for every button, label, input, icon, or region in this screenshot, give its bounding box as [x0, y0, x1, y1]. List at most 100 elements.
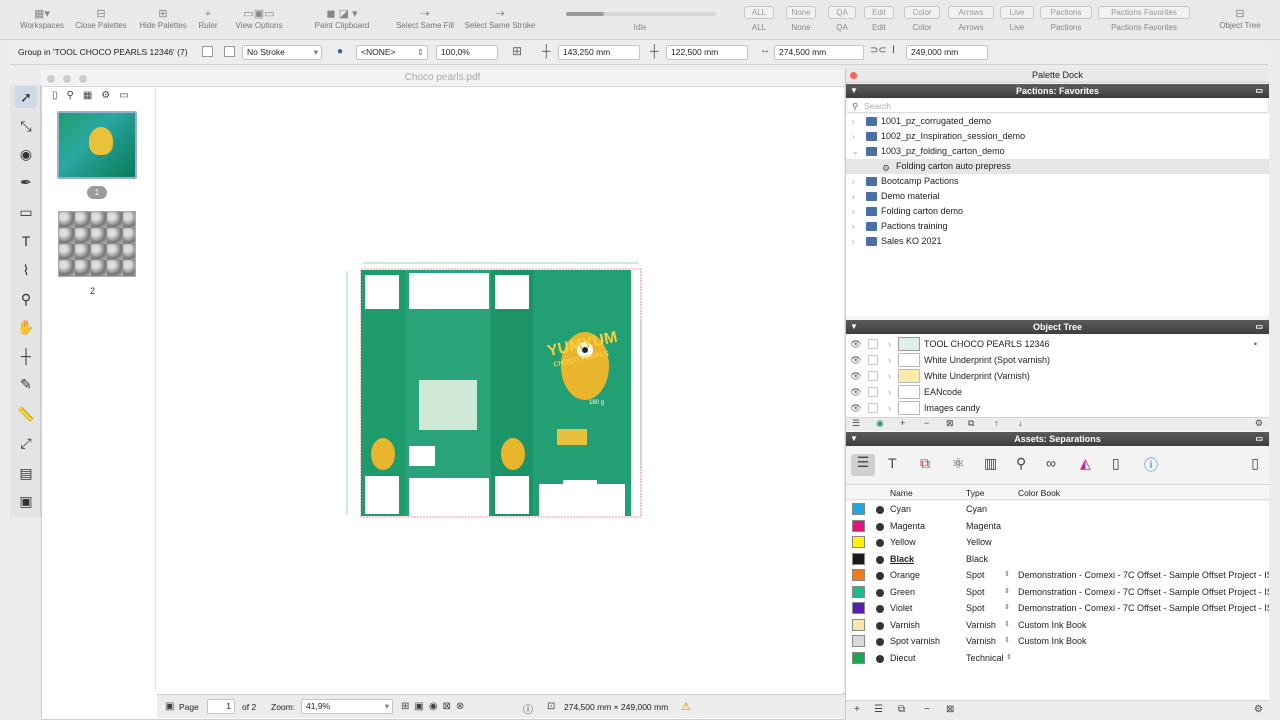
- object-tree-row[interactable]: 👁 › Images candy: [846, 400, 1269, 416]
- zoom-window-icon[interactable]: [79, 75, 87, 83]
- filter-color-button[interactable]: Color: [904, 6, 940, 19]
- filter-pactions-button[interactable]: Pactions: [1040, 6, 1092, 19]
- gear-icon[interactable]: ⚙: [101, 90, 110, 104]
- object-tree-row[interactable]: 👁 › White Underprint (Spot varnish): [846, 352, 1269, 368]
- document-icon[interactable]: ▯: [1112, 455, 1120, 472]
- filter-arrows-button[interactable]: Arrows: [948, 6, 994, 19]
- separation-visibility-icon[interactable]: [876, 638, 884, 646]
- separation-swatch[interactable]: [852, 635, 865, 647]
- pen-tool-icon[interactable]: ✒: [15, 171, 37, 193]
- add-list-icon[interactable]: ☰: [874, 704, 883, 715]
- height-field[interactable]: 249,000 mm: [906, 45, 988, 60]
- close-dock-icon[interactable]: [850, 72, 857, 79]
- separation-row[interactable]: Black Black: [846, 551, 1269, 567]
- panel-menu-icon[interactable]: ▭: [1255, 432, 1263, 446]
- separation-row[interactable]: Green Spot ⇕ Demonstration - Comexi - 7C Of…: [846, 584, 1269, 600]
- separation-swatch[interactable]: [852, 602, 865, 614]
- remove-icon[interactable]: −: [924, 704, 930, 715]
- comments-tab-icon[interactable]: ▭: [119, 90, 128, 104]
- separation-visibility-icon[interactable]: [876, 605, 884, 613]
- separation-row[interactable]: Spot varnish Varnish ⇕ Custom Ink Book: [846, 633, 1269, 649]
- separation-row[interactable]: Diecut Technical ⇕: [846, 650, 1269, 666]
- select-tool-icon[interactable]: ➚: [15, 86, 37, 108]
- type-stepper-icon[interactable]: ⇕: [1004, 567, 1010, 583]
- collapse-icon[interactable]: ▼: [850, 320, 858, 334]
- minimize-window-icon[interactable]: [63, 75, 71, 83]
- zoom-tool-icon[interactable]: ⚲: [15, 288, 37, 310]
- separation-swatch[interactable]: [852, 585, 865, 598]
- text-icon[interactable]: T: [888, 455, 897, 471]
- clear-icon[interactable]: ⊠: [946, 704, 954, 715]
- clear-icon[interactable]: ⊠: [946, 418, 954, 429]
- measure-tool-icon[interactable]: ⤢: [15, 432, 37, 454]
- type-stepper-icon[interactable]: ⇕: [1004, 633, 1010, 649]
- rectangle-tool-icon[interactable]: ▭: [15, 201, 37, 223]
- filter-all-button[interactable]: ALL: [744, 6, 774, 19]
- page-icon[interactable]: ▯: [1251, 455, 1259, 472]
- color-wheel-icon[interactable]: ◭: [1080, 455, 1091, 472]
- transform-tool-icon[interactable]: ⤡: [15, 115, 37, 137]
- info-icon[interactable]: ⓘ: [1144, 455, 1158, 475]
- filter-none-button[interactable]: None: [786, 6, 816, 19]
- type-stepper-icon[interactable]: ⇕: [1004, 617, 1010, 633]
- type-stepper-icon[interactable]: ⇕: [1006, 650, 1012, 666]
- separation-swatch[interactable]: [852, 536, 865, 548]
- paction-folder[interactable]: › 1001_pz_corrugated_demo: [846, 114, 1269, 129]
- crosshair-tool-icon[interactable]: ┼: [15, 345, 37, 367]
- move-up-icon[interactable]: ↑: [994, 418, 999, 428]
- filter-live-button[interactable]: Live: [1000, 6, 1034, 19]
- visibility-icon[interactable]: ◉: [876, 418, 884, 429]
- paction-folder[interactable]: › Folding carton demo: [846, 204, 1269, 219]
- pactions-search-input[interactable]: ⚲ Search: [848, 99, 1267, 113]
- pages-tab-icon[interactable]: ▯: [52, 90, 58, 104]
- layers-icon[interactable]: ⧉: [968, 418, 974, 429]
- separation-row[interactable]: Orange Spot ⇕ Demonstration - Comexi - 7C O…: [846, 567, 1269, 583]
- separation-type[interactable]: Spot: [966, 600, 985, 616]
- column-name[interactable]: Name: [890, 486, 913, 500]
- select-same-fill-button[interactable]: ⇢ Select Same Fill: [392, 6, 458, 36]
- separation-row[interactable]: Cyan Cyan: [846, 501, 1269, 517]
- filter-pactions-favorites-button[interactable]: Pactions Favorites: [1098, 6, 1190, 19]
- separation-swatch[interactable]: [852, 503, 865, 515]
- add-icon[interactable]: +: [854, 704, 860, 715]
- collapse-icon[interactable]: ▼: [850, 84, 858, 98]
- move-down-icon[interactable]: ↓: [1018, 418, 1023, 428]
- workspaces-button[interactable]: ▦▾ Workspaces: [18, 6, 66, 36]
- eye-tool-icon[interactable]: ◉: [15, 143, 37, 165]
- separation-type[interactable]: Black: [966, 551, 988, 567]
- separation-swatch[interactable]: [852, 618, 865, 631]
- paint-clipboard-button[interactable]: ◼ ◪ ▾ Paint Clipboard: [300, 6, 384, 36]
- pdf-icon[interactable]: ⧉: [920, 455, 930, 472]
- panel-menu-icon[interactable]: ▭: [1255, 320, 1263, 334]
- separations-panel-header[interactable]: ▼ Assets: Separations ▭: [846, 432, 1269, 446]
- text-tool-icon[interactable]: T: [15, 230, 37, 252]
- paction-folder[interactable]: › 1002_pz_Inspiration_session_demo: [846, 129, 1269, 144]
- separation-visibility-icon[interactable]: [876, 522, 884, 531]
- separation-visibility-icon[interactable]: [876, 506, 884, 514]
- separation-row[interactable]: Varnish Varnish ⇕ Custom Ink Book: [846, 617, 1269, 633]
- box-tool-icon[interactable]: ▣: [15, 490, 37, 512]
- separation-visibility-icon[interactable]: [876, 588, 884, 597]
- ruler-tool-icon[interactable]: 📏: [15, 403, 37, 425]
- separation-type[interactable]: Magenta: [966, 518, 1001, 534]
- y-position-field[interactable]: 122,500 mm: [666, 45, 748, 60]
- remove-icon[interactable]: −: [924, 418, 929, 428]
- reference-point-icon[interactable]: ⊞: [512, 44, 530, 61]
- add-icon[interactable]: +: [900, 418, 905, 428]
- paction-folder[interactable]: › Pactions training: [846, 219, 1269, 234]
- pactions-panel-header[interactable]: ▼ Pactions: Favorites ▭: [846, 84, 1269, 98]
- paction-folder[interactable]: › Bootcamp Pactions: [846, 174, 1269, 189]
- warning-icon[interactable]: ⚠: [681, 700, 691, 713]
- note-tool-icon[interactable]: ▤: [15, 462, 37, 484]
- x-position-field[interactable]: 143,250 mm: [558, 45, 640, 60]
- column-color-book[interactable]: Color Book: [1018, 486, 1060, 500]
- separation-visibility-icon[interactable]: [876, 654, 884, 663]
- separation-type[interactable]: Spot: [966, 567, 985, 583]
- separation-visibility-icon[interactable]: [876, 621, 884, 630]
- stroke-select[interactable]: No Stroke ▾: [242, 45, 322, 60]
- page-thumbnail-2[interactable]: [58, 211, 136, 277]
- paction-folder[interactable]: ⌄ 1003_pz_folding_carton_demo: [846, 144, 1269, 159]
- paction-item[interactable]: ⚙ Folding carton auto prepress: [846, 159, 1269, 174]
- panel-toggle-icon[interactable]: ▣: [165, 701, 174, 712]
- type-stepper-icon[interactable]: ⇕: [1004, 600, 1010, 616]
